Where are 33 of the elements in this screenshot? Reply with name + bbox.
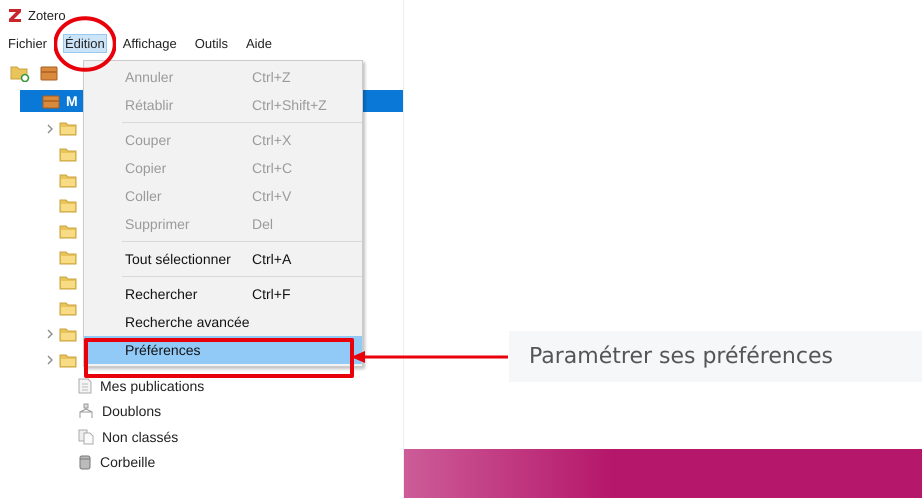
option-label: Rechercher <box>125 286 198 302</box>
callout-text: Paramétrer ses préférences <box>509 331 922 382</box>
menu-option[interactable]: Rechercher Ctrl+F <box>84 280 362 308</box>
option-label: Couper <box>125 132 172 148</box>
window-title: Zotero <box>28 8 66 22</box>
option-label: Recherche avancée <box>125 314 251 330</box>
menu-option[interactable]: Recherche avancée <box>84 308 362 336</box>
tree-item[interactable]: Corbeille <box>100 454 156 470</box>
shortcut-label: Ctrl+A <box>252 251 292 267</box>
menu-item[interactable]: Affichage <box>120 34 179 52</box>
shortcut-label: Ctrl+X <box>252 132 292 148</box>
shortcut-label: Del <box>252 216 274 232</box>
tree-item[interactable]: Non classés <box>102 428 178 445</box>
menu-item[interactable]: Outils <box>192 34 230 52</box>
shortcut-label: Ctrl+Z <box>252 69 290 85</box>
shortcut-label: Ctrl+Shift+Z <box>252 97 327 113</box>
option-label: Rétablir <box>125 97 174 113</box>
tree-item[interactable]: Doublons <box>102 403 162 420</box>
shortcut-label: Ctrl+C <box>252 160 292 176</box>
option-label: Coller <box>125 188 163 204</box>
option-label: Tout sélectionner <box>125 251 232 267</box>
option-label: Copier <box>125 160 168 176</box>
tree-item[interactable]: Mes publications <box>100 378 204 394</box>
menu-option[interactable]: Tout sélectionner Ctrl+A <box>84 245 362 273</box>
shortcut-label: Ctrl+V <box>252 188 292 204</box>
shortcut-label: Ctrl+F <box>252 286 290 302</box>
menu-item[interactable]: Aide <box>244 34 274 52</box>
option-label: Annuler <box>125 69 174 85</box>
menu-item[interactable]: Édition <box>63 34 107 52</box>
option-label: Préférences <box>125 342 202 358</box>
row-label: M <box>66 93 78 109</box>
menu-item[interactable]: Fichier <box>6 34 50 52</box>
option-label: Supprimer <box>125 216 191 232</box>
